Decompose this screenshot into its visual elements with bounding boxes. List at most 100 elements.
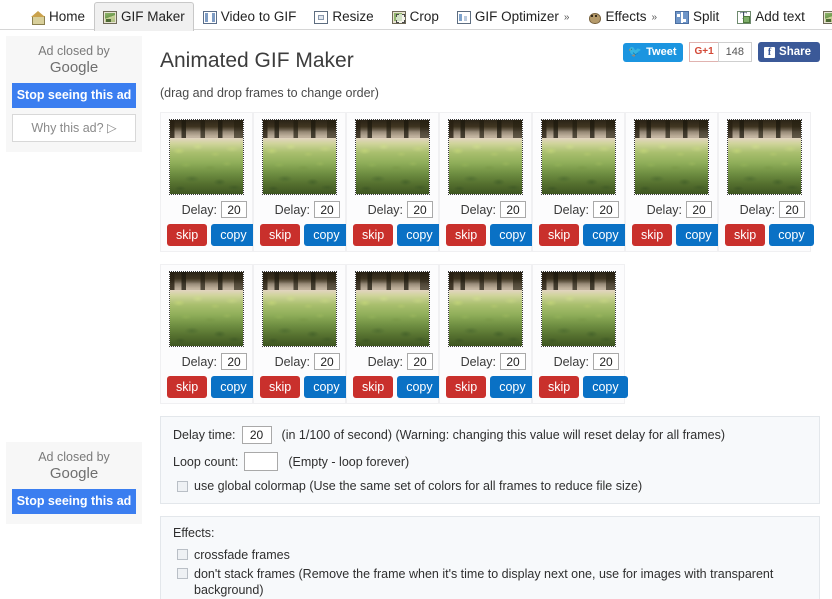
frame-item[interactable]: Delay: skipcopy (160, 112, 256, 252)
loop-count-row: Loop count: (Empty - loop forever) (173, 452, 807, 471)
frame-button-row: skip copy (725, 224, 814, 246)
frame-delay-row: Delay: (443, 353, 526, 370)
frame-delay-input[interactable] (221, 353, 247, 370)
nav-item-video-to-gif[interactable]: Video to GIF (194, 2, 306, 31)
frame-skip-button[interactable]: skip (446, 376, 487, 398)
tweet-button[interactable]: 🐦 Tweet (623, 42, 684, 62)
frame-item[interactable]: Delay: skipcopy (253, 112, 349, 252)
frame-delay-row: Delay: (629, 201, 712, 218)
top-navigation-bar: Home GIF Maker Video to GIF Resize Crop GIF O… (0, 0, 832, 31)
frame-skip-button[interactable]: skip (539, 224, 580, 246)
frame-skip-button[interactable]: skip (260, 224, 301, 246)
nav-item-resize[interactable]: Resize (305, 2, 382, 31)
nav-item-crop[interactable]: Crop (383, 2, 448, 31)
frame-thumbnail[interactable] (448, 271, 523, 347)
frame-skip-button[interactable]: skip (725, 224, 766, 246)
frame-thumbnail[interactable] (355, 271, 430, 347)
nav-item-split[interactable]: Split (666, 2, 728, 31)
frame-delay-input[interactable] (500, 353, 526, 370)
frame-copy-button[interactable]: copy (490, 376, 535, 398)
nav-item-gif-optimizer[interactable]: GIF Optimizer » (448, 2, 579, 31)
frame-button-row: skip copy (632, 224, 721, 246)
frame-button-row: skip copy (539, 376, 628, 398)
nav-item-effects[interactable]: Effects » (578, 2, 666, 31)
delay-time-input[interactable] (241, 426, 272, 444)
frame-item[interactable]: Delay: skipcopy (532, 112, 628, 252)
frame-copy-button[interactable]: copy (304, 376, 349, 398)
frame-item[interactable]: Delay: skipcopy (439, 264, 535, 404)
frame-thumbnail[interactable] (355, 119, 430, 195)
why-this-ad-button[interactable]: Why this ad? ▷ (12, 114, 136, 142)
chevron-right-icon: » (563, 11, 570, 23)
facebook-share-button[interactable]: f Share (758, 42, 820, 62)
frame-item[interactable]: Delay: skipcopy (625, 112, 721, 252)
frame-delay-input[interactable] (407, 353, 433, 370)
frame-thumbnail[interactable] (448, 119, 523, 195)
frame-delay-input[interactable] (314, 353, 340, 370)
crossfade-frames-checkbox[interactable] (177, 549, 188, 560)
frame-copy-button[interactable]: copy (397, 376, 442, 398)
stop-seeing-ad-button-bottom[interactable]: Stop seeing this ad (12, 489, 136, 514)
frame-copy-button[interactable]: copy (211, 224, 256, 246)
frame-thumbnail[interactable] (262, 271, 337, 347)
dont-stack-frames-label: don't stack frames (Remove the frame whe… (194, 567, 774, 597)
frame-copy-button[interactable]: copy (583, 224, 628, 246)
nav-item-label: Effects (605, 9, 647, 25)
frame-skip-button[interactable]: skip (446, 224, 487, 246)
frame-thumbnail[interactable] (169, 119, 244, 195)
nav-item-label: Video to GIF (220, 9, 297, 25)
global-colormap-checkbox[interactable] (177, 480, 188, 492)
frame-item[interactable]: Delay: skipcopy (718, 112, 814, 252)
frame-thumbnail[interactable] (634, 119, 709, 195)
delay-time-row: Delay time: (in 1/100 of second) (Warnin… (173, 426, 807, 444)
frame-copy-button[interactable]: copy (490, 224, 535, 246)
frame-delay-input[interactable] (686, 201, 712, 218)
frame-copy-button[interactable]: copy (676, 224, 721, 246)
nav-item-gif-maker[interactable]: GIF Maker (94, 2, 194, 31)
frame-skip-button[interactable]: skip (353, 224, 394, 246)
frame-item[interactable]: Delay: skipcopy (346, 264, 442, 404)
frame-skip-button[interactable]: skip (167, 376, 208, 398)
frame-delay-input[interactable] (407, 201, 433, 218)
frame-skip-button[interactable]: skip (353, 376, 394, 398)
frame-thumbnail[interactable] (727, 119, 802, 195)
frame-item[interactable]: Delay: skipcopy (532, 264, 628, 404)
frame-item[interactable]: Delay: skipcopy (160, 264, 256, 404)
nav-item-home[interactable]: Home (22, 2, 94, 31)
frame-delay-input[interactable] (221, 201, 247, 218)
frame-delay-input[interactable] (500, 201, 526, 218)
frame-thumbnail[interactable] (541, 271, 616, 347)
frame-copy-button[interactable]: copy (397, 224, 442, 246)
frame-item[interactable]: Delay: skipcopy (253, 264, 349, 404)
frame-delay-input[interactable] (779, 201, 805, 218)
frame-skip-button[interactable]: skip (260, 376, 301, 398)
frame-skip-button[interactable]: skip (539, 376, 580, 398)
frame-thumbnail[interactable] (169, 271, 244, 347)
stop-seeing-ad-button[interactable]: Stop seeing this ad (12, 83, 136, 108)
google-plus-one-button[interactable]: G+1 (689, 42, 718, 62)
frame-copy-button[interactable]: copy (211, 376, 256, 398)
frame-skip-button[interactable]: skip (632, 224, 673, 246)
frame-copy-button[interactable]: copy (583, 376, 628, 398)
frame-item[interactable]: Delay: skipcopy (346, 112, 442, 252)
video-icon (202, 10, 217, 24)
loop-count-input[interactable] (244, 452, 279, 471)
google-plus-one-widget[interactable]: G+1 148 (689, 42, 753, 62)
frame-copy-button[interactable]: copy (304, 224, 349, 246)
frame-delay-input[interactable] (593, 201, 619, 218)
frame-delay-row: Delay: (350, 201, 433, 218)
frame-delay-input[interactable] (314, 201, 340, 218)
frame-item[interactable]: Delay: skipcopy (439, 112, 535, 252)
frame-thumbnail[interactable] (262, 119, 337, 195)
frame-delay-label: Delay: (367, 354, 403, 369)
frame-delay-row: Delay: (536, 201, 619, 218)
nav-item-add-text[interactable]: Add text (728, 2, 814, 31)
frame-copy-button[interactable]: copy (769, 224, 814, 246)
frame-delay-input[interactable] (593, 353, 619, 370)
frame-button-row: skip copy (539, 224, 628, 246)
nav-item-webp[interactable]: WebP (814, 2, 832, 31)
frame-skip-button[interactable]: skip (167, 224, 208, 246)
optimizer-icon (456, 10, 471, 24)
frame-thumbnail[interactable] (541, 119, 616, 195)
dont-stack-frames-checkbox[interactable] (177, 568, 188, 579)
